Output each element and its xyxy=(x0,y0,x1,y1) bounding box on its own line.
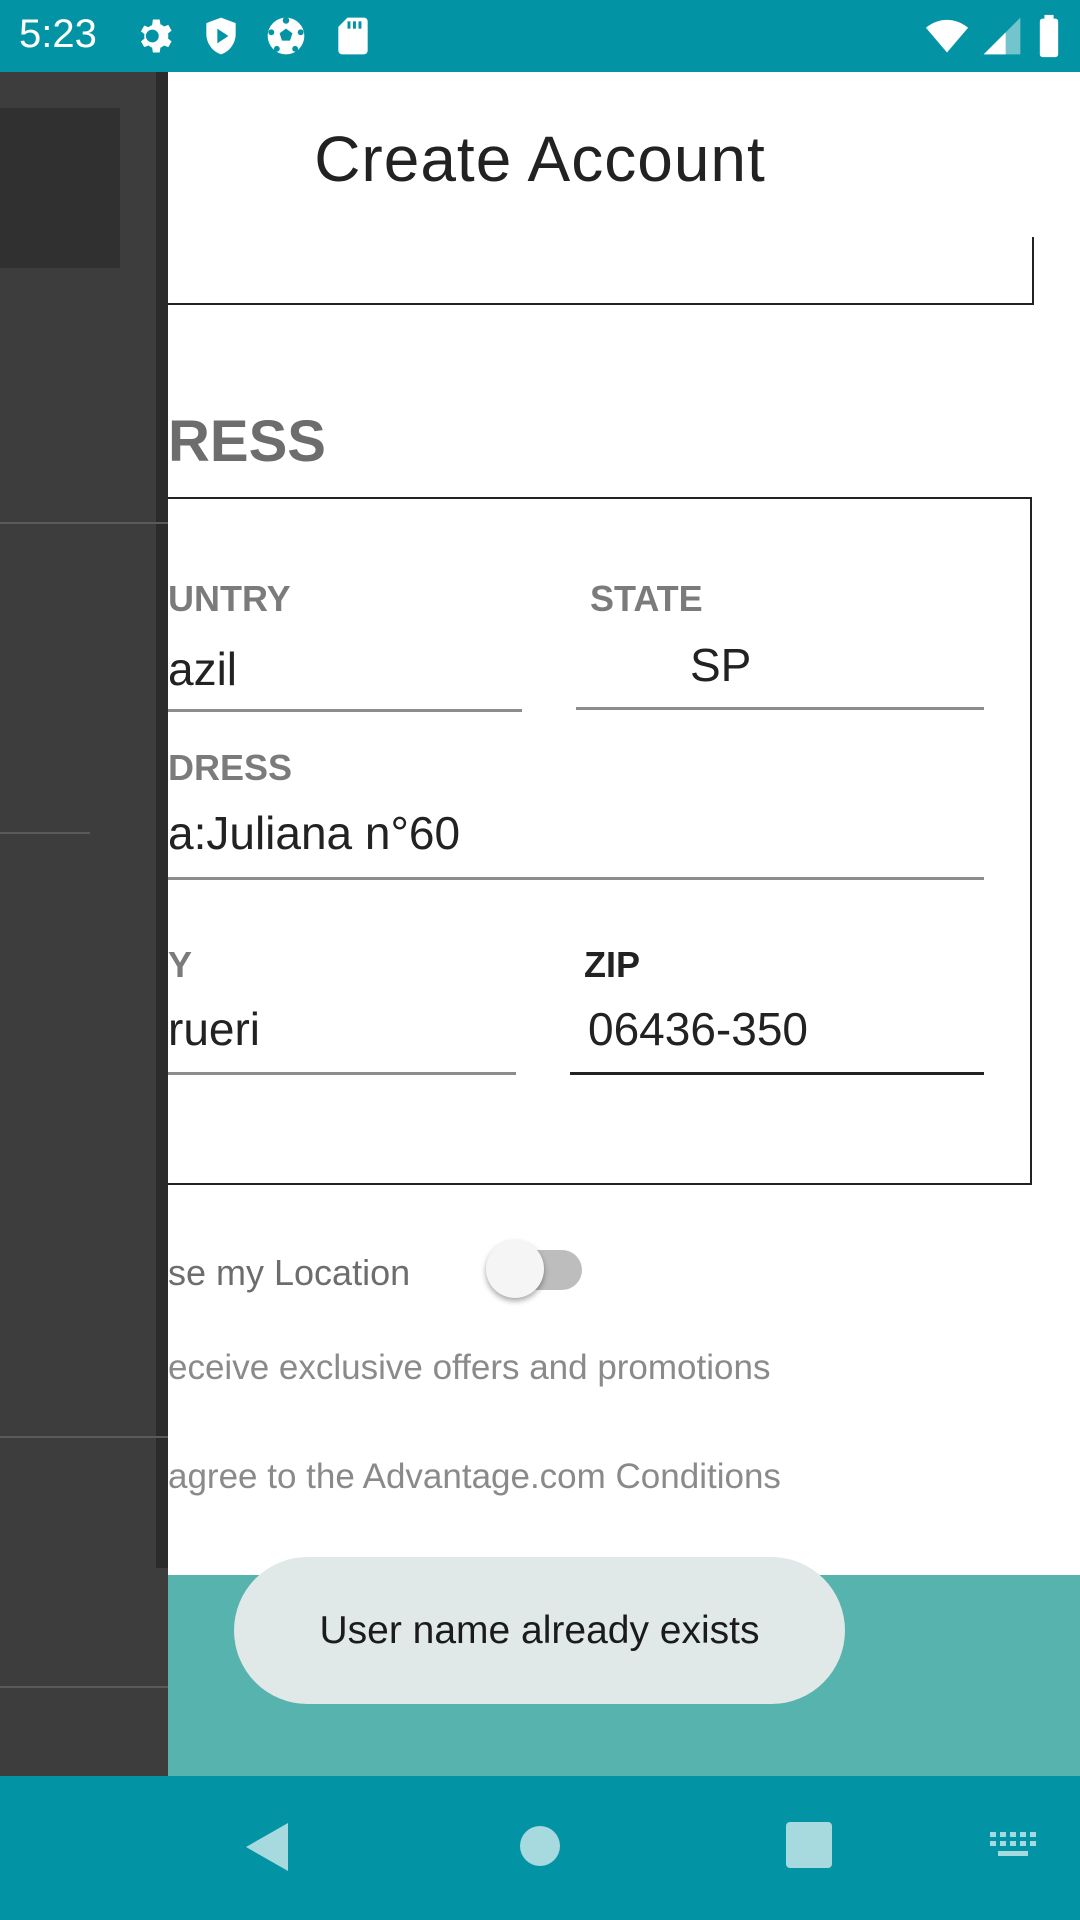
settings-icon xyxy=(140,19,172,53)
drawer-divider xyxy=(0,832,90,834)
drawer-divider xyxy=(0,1686,168,1688)
battery-icon xyxy=(1039,14,1059,58)
drawer-edge-shadow xyxy=(156,72,168,1568)
city-field[interactable]: rueri xyxy=(168,1002,260,1056)
navigation-bar xyxy=(0,1776,1080,1920)
country-label: UNTRY xyxy=(168,578,291,619)
conditions-checkbox-label[interactable]: agree to the Advantage.com Conditions xyxy=(168,1457,781,1497)
state-underline xyxy=(576,707,984,710)
use-location-label: se my Location xyxy=(168,1252,411,1293)
state-field[interactable]: SP xyxy=(690,638,751,692)
offers-checkbox-label[interactable]: eceive exclusive offers and promotions xyxy=(168,1348,770,1388)
back-icon[interactable] xyxy=(246,1823,288,1871)
zip-label: ZIP xyxy=(584,944,641,985)
soccer-ball-icon xyxy=(267,17,305,55)
use-location-toggle-thumb[interactable] xyxy=(486,1240,544,1298)
cell-signal-icon xyxy=(983,17,1021,55)
recents-icon[interactable] xyxy=(786,1822,832,1868)
status-time: 5:23 xyxy=(19,12,97,56)
address-label: DRESS xyxy=(168,747,293,788)
city-label: Y xyxy=(168,944,193,985)
drawer-divider xyxy=(0,1436,168,1438)
zip-underline xyxy=(570,1072,984,1075)
home-icon[interactable] xyxy=(520,1826,560,1866)
city-underline xyxy=(168,1072,516,1075)
status-bar: 5:23 xyxy=(0,0,1080,72)
country-field[interactable]: azil xyxy=(168,642,237,696)
state-label: STATE xyxy=(590,578,703,619)
drawer-divider xyxy=(0,522,168,524)
toast-message: User name already exists xyxy=(234,1557,845,1704)
sd-card-icon xyxy=(338,17,368,55)
keyboard-icon[interactable] xyxy=(988,1828,1038,1862)
drawer-header xyxy=(0,108,120,268)
address-section-heading: RESS xyxy=(168,409,326,474)
address-field[interactable]: a:Juliana n°60 xyxy=(168,806,460,860)
country-underline xyxy=(168,709,522,712)
address-underline xyxy=(168,877,984,880)
side-drawer[interactable] xyxy=(0,72,168,1776)
previous-section-box xyxy=(168,237,1034,305)
shield-icon xyxy=(206,17,236,55)
zip-field[interactable]: 06436-350 xyxy=(588,1002,808,1056)
wifi-icon xyxy=(925,19,969,53)
